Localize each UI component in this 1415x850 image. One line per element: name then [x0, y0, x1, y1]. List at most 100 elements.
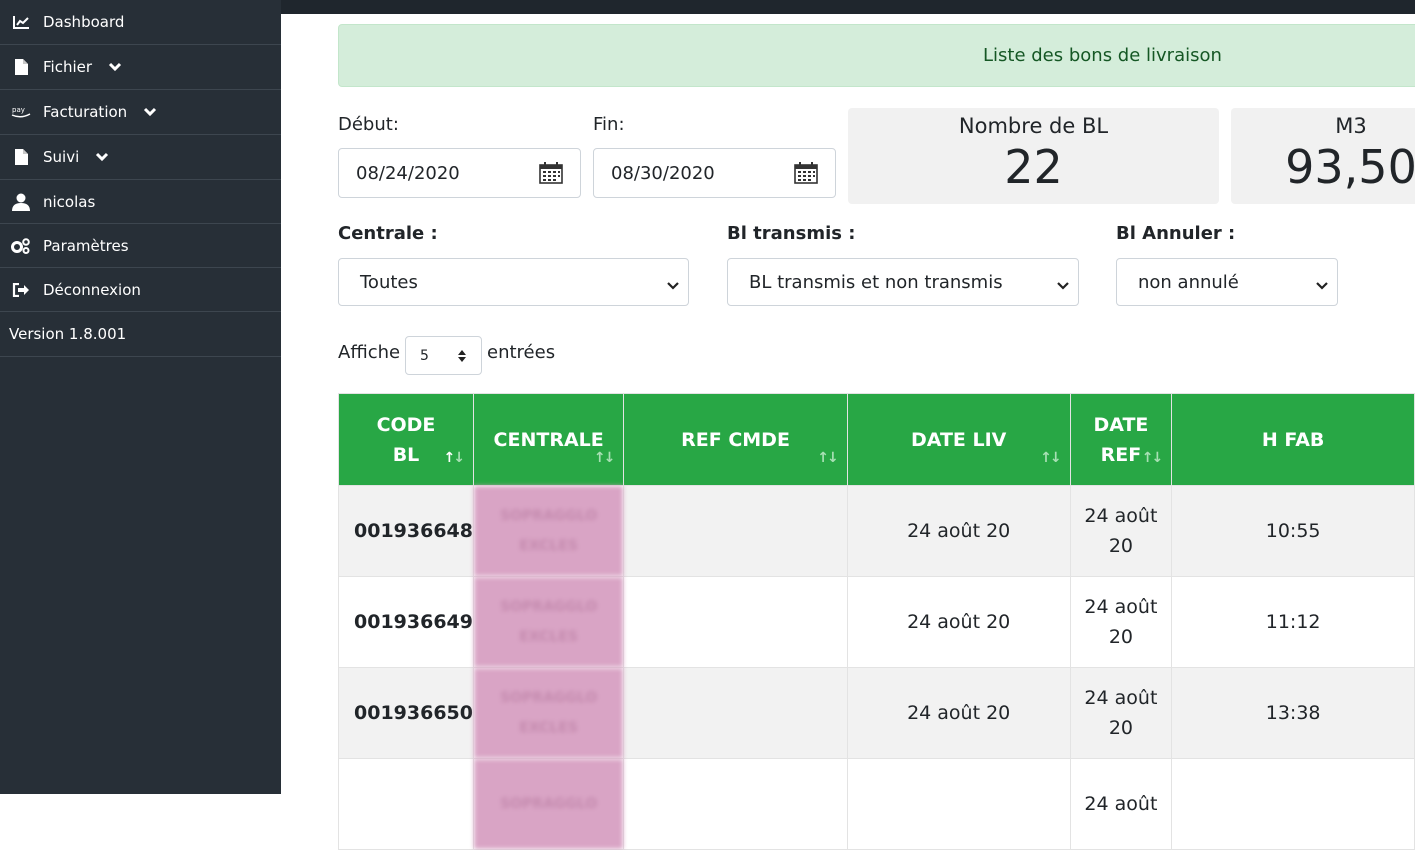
cell-date-liv: 24 août 20	[846, 667, 1071, 759]
end-date-value: 08/30/2020	[611, 162, 715, 184]
cell-code-bl: 001936648	[338, 485, 474, 577]
cell-date-liv: 24 août 20	[846, 485, 1071, 577]
sidebar-item-label: Dashboard	[43, 13, 125, 31]
table-header-row: CODE BL ↑↓ CENTRALE ↑↓ REF CMDE ↑↓ DATE …	[338, 393, 1415, 486]
page-length-select[interactable]: 5	[405, 336, 482, 375]
bl-annuler-select[interactable]: non annulé	[1116, 258, 1338, 306]
chevron-down-icon	[1056, 276, 1070, 297]
bl-annuler-label: Bl Annuler :	[1116, 223, 1236, 244]
file-icon	[11, 148, 31, 166]
pay-icon: pay	[11, 103, 31, 121]
table-row[interactable]: SOPRAGGLO 24 août	[338, 758, 1415, 850]
sort-spinner-icon	[457, 349, 467, 367]
table-row[interactable]: 001936649 SOPRAGGLO EXCLES 24 août 20 24 …	[338, 576, 1415, 668]
sidebar-item-deconnexion[interactable]: Déconnexion	[0, 268, 281, 312]
header-text: DATE LIV	[910, 428, 1007, 451]
chevron-down-icon	[1315, 276, 1329, 297]
sidebar-item-fichier[interactable]: Fichier	[0, 45, 281, 90]
sort-icon: ↑↓	[1040, 450, 1062, 466]
col-header-h-fab[interactable]: H FAB	[1171, 393, 1415, 486]
chart-line-icon	[11, 13, 31, 31]
centrale-text: EXCLES	[519, 720, 578, 736]
sidebar-item-suivi[interactable]: Suivi	[0, 135, 281, 180]
centrale-text: EXCLES	[519, 538, 578, 554]
date-ref-text: 20	[1108, 626, 1134, 648]
cell-h-fab: 13:38	[1171, 667, 1415, 759]
calendar-icon[interactable]	[539, 162, 563, 189]
header-text: REF CMDE	[681, 428, 790, 451]
cell-centrale: SOPRAGGLO EXCLES	[472, 576, 625, 668]
length-prefix: Affiche	[338, 342, 401, 363]
bl-transmis-label: Bl transmis :	[727, 223, 856, 244]
cell-ref-cmde	[623, 758, 848, 850]
cell-date-ref: 24 août 20	[1069, 485, 1173, 577]
header-text: DATE	[1093, 413, 1149, 436]
end-date-input[interactable]: 08/30/2020	[593, 148, 836, 198]
header-text: REF	[1100, 443, 1142, 466]
cell-h-fab: 10:55	[1171, 485, 1415, 577]
sidebar-item-parametres[interactable]: Paramètres	[0, 224, 281, 268]
chevron-down-icon	[108, 62, 122, 72]
sidebar-item-dashboard[interactable]: Dashboard	[0, 0, 281, 45]
centrale-text: EXCLES	[519, 629, 578, 645]
sidebar-item-label: Facturation	[43, 103, 128, 121]
length-suffix: entrées	[487, 342, 556, 363]
stat-value: 93,50	[1285, 140, 1415, 194]
start-date-value: 08/24/2020	[356, 162, 460, 184]
cell-date-ref: 24 août 20	[1069, 667, 1173, 759]
centrale-label: Centrale :	[338, 223, 438, 244]
col-header-code-bl[interactable]: CODE BL ↑↓	[338, 393, 474, 486]
sort-asc-icon: ↑↓	[443, 450, 466, 466]
chevron-down-icon	[95, 152, 109, 162]
calendar-icon[interactable]	[794, 162, 818, 189]
sidebar-item-user[interactable]: nicolas	[0, 180, 281, 224]
stat-card-m3: M3 93,50	[1231, 108, 1415, 204]
table-row[interactable]: 001936650 SOPRAGGLO EXCLES 24 août 20 24 …	[338, 667, 1415, 759]
col-header-centrale[interactable]: CENTRALE ↑↓	[472, 393, 625, 486]
date-ref-text: 20	[1108, 717, 1134, 739]
main-content: Liste des bons de livraison Début: 08/24…	[281, 14, 1415, 850]
header-text: CENTRALE	[493, 428, 604, 451]
bl-transmis-select-value: BL transmis et non transmis	[749, 271, 1003, 293]
end-date-label: Fin:	[593, 114, 625, 135]
stat-value: 22	[1004, 140, 1063, 194]
chevron-down-icon	[666, 276, 680, 297]
cell-centrale: SOPRAGGLO	[472, 758, 625, 850]
chevron-down-icon	[143, 107, 157, 117]
cell-h-fab	[1171, 758, 1415, 850]
header-text: H FAB	[1261, 428, 1325, 451]
file-icon	[11, 58, 31, 76]
page-length-value: 5	[420, 347, 429, 364]
date-ref-text: 24 août	[1084, 793, 1158, 815]
col-header-date-liv[interactable]: DATE LIV ↑↓	[846, 393, 1071, 486]
centrale-select[interactable]: Toutes	[338, 258, 689, 306]
sidebar-item-label: Suivi	[43, 148, 80, 166]
sidebar-item-facturation[interactable]: pay Facturation	[0, 90, 281, 135]
centrale-text: SOPRAGGLO	[500, 796, 598, 812]
centrale-text: SOPRAGGLO	[500, 690, 598, 706]
version-label: Version 1.8.001	[0, 312, 281, 357]
date-ref-text: 20	[1108, 535, 1134, 557]
cell-date-ref: 24 août	[1069, 758, 1173, 850]
stat-title: M3	[1335, 114, 1367, 138]
user-icon	[11, 193, 31, 211]
cell-ref-cmde	[623, 485, 848, 577]
bl-transmis-select[interactable]: BL transmis et non transmis	[727, 258, 1079, 306]
date-ref-text: 24 août	[1084, 505, 1158, 527]
svg-text:pay: pay	[12, 106, 25, 114]
table-row[interactable]: 001936648 SOPRAGGLO EXCLES 24 août 20 24 …	[338, 485, 1415, 577]
page-title-alert: Liste des bons de livraison	[338, 24, 1415, 87]
col-header-date-ref[interactable]: DATE REF ↑↓	[1069, 393, 1173, 486]
cell-h-fab: 11:12	[1171, 576, 1415, 668]
cell-centrale: SOPRAGGLO EXCLES	[472, 485, 625, 577]
stat-title: Nombre de BL	[958, 114, 1109, 138]
start-date-input[interactable]: 08/24/2020	[338, 148, 581, 198]
header-text: CODE	[376, 413, 436, 436]
stat-card-bl-count: Nombre de BL 22	[848, 108, 1219, 204]
cell-ref-cmde	[623, 667, 848, 759]
sort-icon: ↑↓	[593, 450, 616, 466]
sort-icon: ↑↓	[1141, 450, 1164, 466]
col-header-ref-cmde[interactable]: REF CMDE ↑↓	[623, 393, 848, 486]
sidebar-item-label: nicolas	[43, 192, 96, 211]
date-ref-text: 24 août	[1084, 687, 1158, 709]
